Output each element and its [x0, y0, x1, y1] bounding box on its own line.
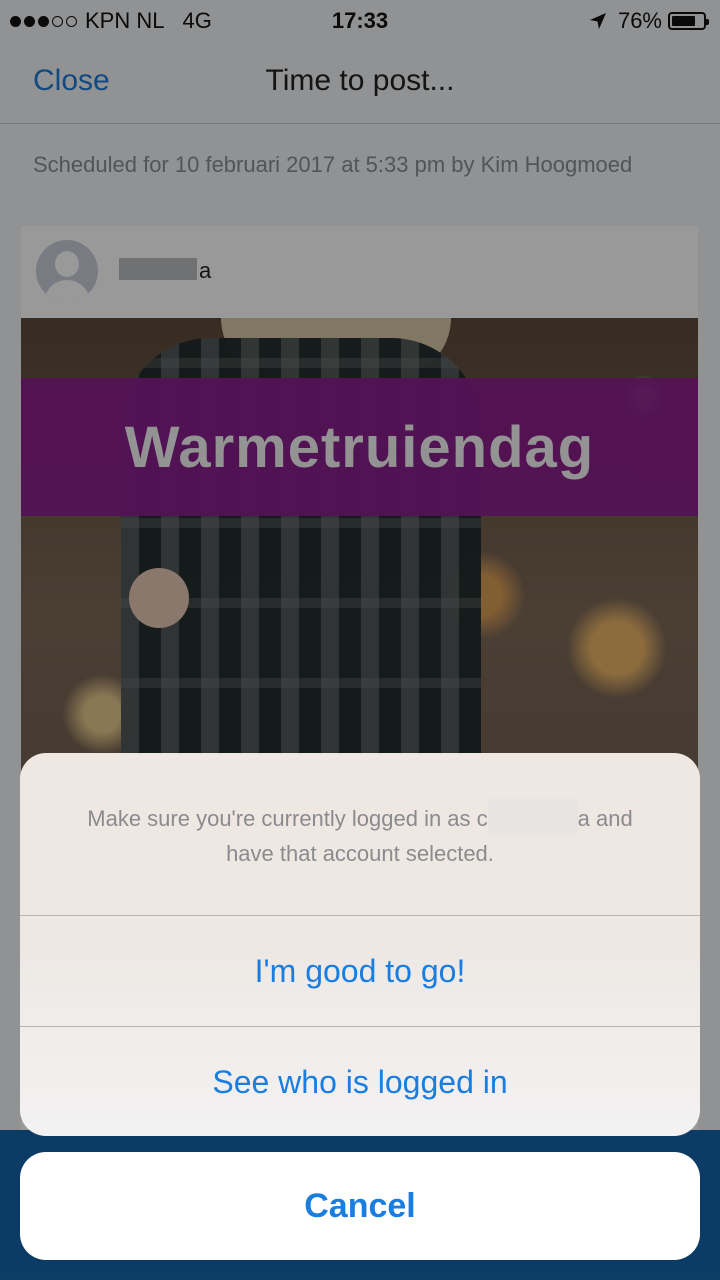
good-to-go-button[interactable]: I'm good to go! — [20, 916, 700, 1026]
redacted-username — [487, 799, 578, 836]
cancel-button[interactable]: Cancel — [20, 1152, 700, 1260]
message-line1-end: a and — [577, 806, 633, 831]
message-redacted-char: c — [476, 806, 488, 831]
action-sheet: Make sure you're currently logged in as … — [20, 753, 700, 1136]
see-who-logged-in-button[interactable]: See who is logged in — [20, 1027, 700, 1136]
message-line1-start: Make sure you're currently logged in as — [87, 806, 477, 831]
message-line2: have that account selected. — [226, 841, 494, 866]
action-sheet-message: Make sure you're currently logged in as … — [20, 753, 700, 915]
